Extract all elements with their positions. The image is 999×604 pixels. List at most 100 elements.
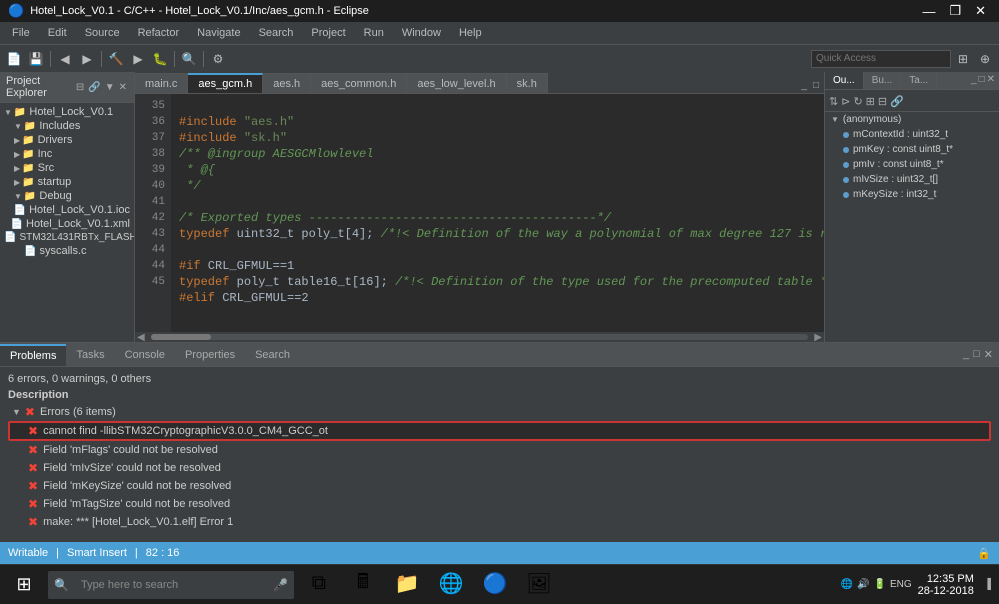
bottom-tab-tasks[interactable]: Tasks (66, 344, 114, 366)
link-with-editor-icon[interactable]: 🔗 (87, 81, 101, 94)
bottom-tab-properties[interactable]: Properties (175, 344, 245, 366)
code-editor[interactable]: 35 36 37 38 39 40 41 42 43 44 44 45 #inc… (135, 94, 824, 332)
tab-main-c[interactable]: main.c (135, 73, 188, 93)
debug-button[interactable]: 🐛 (150, 49, 170, 69)
save-button[interactable]: 💾 (26, 49, 46, 69)
group-collapse-arrow[interactable]: ▼ (12, 407, 21, 417)
close-panel-icon[interactable]: ✕ (118, 81, 128, 94)
bottom-close-icon[interactable]: ✕ (984, 348, 993, 361)
taskbar-search-input[interactable] (73, 571, 273, 599)
forward-button[interactable]: ▶ (77, 49, 97, 69)
right-panel-maximize-icon[interactable]: □ (979, 74, 985, 87)
tree-arrow-inc[interactable]: ▶ (14, 150, 20, 159)
tab-aes-gcm-h[interactable]: aes_gcm.h (188, 73, 263, 93)
tree-arrow-debug[interactable]: ▼ (14, 192, 22, 201)
menu-edit[interactable]: Edit (40, 25, 75, 41)
tab-aes-common-h[interactable]: aes_common.h (311, 73, 407, 93)
right-panel-minimize-icon[interactable]: _ (971, 74, 977, 87)
tree-item-ld[interactable]: 📄 STM32L431RBTx_FLASH.ld (0, 231, 134, 244)
bottom-maximize-icon[interactable]: □ (973, 348, 980, 361)
editor-scrollbar-horizontal[interactable]: ◀ ▶ (135, 332, 824, 342)
tab-aes-h[interactable]: aes.h (263, 73, 311, 93)
new-button[interactable]: 📄 (4, 49, 24, 69)
outline-item-contextid[interactable]: mContextId : uint32_t (825, 127, 999, 142)
taskbar-app-photos[interactable]: 🖼 (518, 566, 560, 604)
outline-item-mivsize[interactable]: mIvSize : uint32_t[] (825, 172, 999, 187)
tree-arrow-src[interactable]: ▶ (14, 164, 20, 173)
errors-group-header[interactable]: ▼ ✖ Errors (6 items) (8, 403, 991, 421)
panel-menu-icon[interactable]: ▼ (104, 81, 116, 94)
outline-item-pmkey[interactable]: pmKey : const uint8_t* (825, 142, 999, 157)
minimize-button[interactable]: — (917, 3, 940, 19)
tree-item-ioc[interactable]: 📄 Hotel_Lock_V0.1.ioc (0, 203, 134, 217)
quick-access-input[interactable] (811, 50, 951, 68)
run-button[interactable]: ▶ (128, 49, 148, 69)
taskbar-app-taskview[interactable]: ⧉ (298, 566, 340, 604)
right-panel-close-icon[interactable]: ✕ (987, 74, 995, 87)
tree-item-inc[interactable]: ▶ 📁 Inc (0, 147, 134, 161)
tree-item-drivers[interactable]: ▶ 📁 Drivers (0, 133, 134, 147)
menu-refactor[interactable]: Refactor (130, 25, 188, 41)
bottom-tab-problems[interactable]: Problems (0, 344, 66, 366)
close-button[interactable]: ✕ (970, 3, 991, 19)
tab-sk-h[interactable]: sk.h (507, 73, 548, 93)
maximize-button[interactable]: ❐ (944, 3, 966, 19)
tree-item-syscalls[interactable]: 📄 syscalls.c (0, 244, 134, 258)
menu-window[interactable]: Window (394, 25, 449, 41)
tree-item-includes[interactable]: ▼ 📁 Includes (0, 119, 134, 133)
menu-help[interactable]: Help (451, 25, 490, 41)
error-item-4[interactable]: ✖ Field 'mTagSize' could not be resolved (8, 495, 991, 513)
settings-button[interactable]: ⚙ (208, 49, 228, 69)
outline-item-mkeysize[interactable]: mKeySize : int32_t (825, 187, 999, 202)
collapse-all-icon[interactable]: ⊟ (75, 81, 85, 94)
menu-search[interactable]: Search (251, 25, 302, 41)
open-perspective-button[interactable]: ⊕ (975, 49, 995, 69)
tree-item-startup[interactable]: ▶ 📁 startup (0, 175, 134, 189)
outline-expand-icon[interactable]: ⊞ (866, 95, 875, 108)
tab-aes-low-level-h[interactable]: aes_low_level.h (407, 73, 506, 93)
bottom-minimize-icon[interactable]: _ (963, 348, 969, 361)
menu-navigate[interactable]: Navigate (189, 25, 248, 41)
tree-item-src[interactable]: ▶ 📁 Src (0, 161, 134, 175)
tree-item-hotel-lock[interactable]: ▼ 📁 Hotel_Lock_V0.1 (0, 105, 134, 119)
maximize-editor-icon[interactable]: □ (810, 80, 822, 91)
right-tab-outline[interactable]: Ou... (825, 72, 864, 89)
taskbar-app-calculator[interactable]: 🖩 (342, 566, 384, 604)
taskbar-app-chrome[interactable]: 🌐 (430, 566, 472, 604)
tree-item-xml[interactable]: 📄 Hotel_Lock_V0.1.xml (0, 217, 134, 231)
tree-arrow-startup[interactable]: ▶ (14, 178, 20, 187)
right-tab-tasks[interactable]: Ta... (901, 72, 937, 89)
perspective-button[interactable]: ⊞ (953, 49, 973, 69)
search-toolbar-button[interactable]: 🔍 (179, 49, 199, 69)
outline-collapse-icon[interactable]: ⊟ (878, 95, 887, 108)
minimize-editor-icon[interactable]: _ (798, 80, 810, 91)
outline-filter-icon[interactable]: ⊳ (841, 95, 850, 108)
outline-item-anonymous[interactable]: ▼ (anonymous) (825, 112, 999, 127)
menu-project[interactable]: Project (303, 25, 353, 41)
menu-file[interactable]: File (4, 25, 38, 41)
error-item-0[interactable]: ✖ cannot find -llibSTM32CryptographicV3.… (8, 421, 991, 441)
error-item-2[interactable]: ✖ Field 'mIvSize' could not be resolved (8, 459, 991, 477)
taskbar-app-explorer[interactable]: 📁 (386, 566, 428, 604)
bottom-tab-search[interactable]: Search (245, 344, 300, 366)
taskbar-app-eclipse[interactable]: 🔵 (474, 566, 516, 604)
back-button[interactable]: ◀ (55, 49, 75, 69)
show-desktop-button[interactable]: ▐ (980, 579, 995, 590)
outline-item-pmiv[interactable]: pmIv : const uint8_t* (825, 157, 999, 172)
tree-arrow-drivers[interactable]: ▶ (14, 136, 20, 145)
error-item-5[interactable]: ✖ make: *** [Hotel_Lock_V0.1.elf] Error … (8, 513, 991, 531)
menu-source[interactable]: Source (77, 25, 128, 41)
outline-link-icon[interactable]: 🔗 (890, 95, 904, 108)
bottom-tab-console[interactable]: Console (115, 344, 175, 366)
right-tab-build[interactable]: Bu... (864, 72, 902, 89)
error-item-1[interactable]: ✖ Field 'mFlags' could not be resolved (8, 441, 991, 459)
error-item-3[interactable]: ✖ Field 'mKeySize' could not be resolved (8, 477, 991, 495)
outline-sort-icon[interactable]: ⇅ (829, 95, 838, 108)
menu-run[interactable]: Run (356, 25, 392, 41)
tree-item-debug[interactable]: ▼ 📁 Debug (0, 189, 134, 203)
tree-arrow-includes[interactable]: ▼ (14, 122, 22, 131)
outline-arrow-anonymous[interactable]: ▼ (831, 115, 839, 124)
build-button[interactable]: 🔨 (106, 49, 126, 69)
start-button[interactable]: ⊞ (4, 566, 44, 604)
outline-sync-icon[interactable]: ↻ (853, 95, 862, 108)
